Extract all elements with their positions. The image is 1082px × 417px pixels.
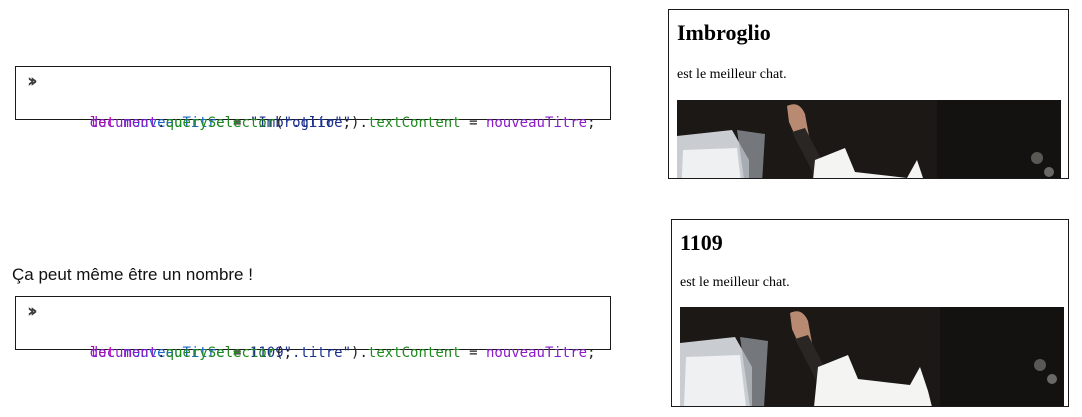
page-subtitle: est le meilleur chat. — [680, 275, 790, 290]
assign-operator: = — [469, 115, 478, 131]
console-line-1: ›› let nouveauTitre = "Imbroglio"; — [27, 70, 602, 131]
assign-operator: = — [469, 345, 478, 361]
cat-photo — [680, 307, 1064, 406]
variable-reference: nouveauTitre — [485, 115, 588, 131]
semicolon: ; — [587, 115, 596, 131]
page-title: Imbroglio — [677, 20, 771, 45]
method-name: querySelector — [165, 115, 276, 131]
console-panel-1[interactable]: ›› let nouveauTitre = "Imbroglio"; docum… — [15, 66, 611, 131]
console-line-2: document.querySelector(".titre").textCon… — [89, 345, 596, 361]
console-line-2: document.querySelector(".titre").textCon… — [89, 115, 596, 131]
page-title: 1109 — [680, 230, 723, 255]
page-preview-1: Imbroglio est le meilleur chat. — [668, 9, 1069, 179]
double-chevron-right-icon: ›› — [27, 70, 37, 92]
selector-string: ".titre" — [283, 115, 352, 131]
property-name: textContent — [367, 115, 461, 131]
console-panel-2[interactable]: ›› let nouveauTitre = 1109; document.que… — [15, 296, 611, 361]
property-name: textContent — [367, 345, 461, 361]
cat-photo — [677, 100, 1061, 178]
page-subtitle: est le meilleur chat. — [677, 67, 787, 82]
method-name: querySelector — [165, 345, 276, 361]
selector-string: ".titre" — [283, 345, 352, 361]
console-line-1: ›› let nouveauTitre = 1109; — [27, 300, 602, 361]
double-chevron-right-icon: ›› — [27, 300, 37, 322]
page-preview-2: 1109 est le meilleur chat. — [671, 219, 1069, 407]
document-object: document — [89, 345, 158, 361]
semicolon: ; — [587, 345, 596, 361]
variable-reference: nouveauTitre — [485, 345, 588, 361]
caption-text: Ça peut même être un nombre ! — [12, 265, 253, 284]
document-object: document — [89, 115, 158, 131]
